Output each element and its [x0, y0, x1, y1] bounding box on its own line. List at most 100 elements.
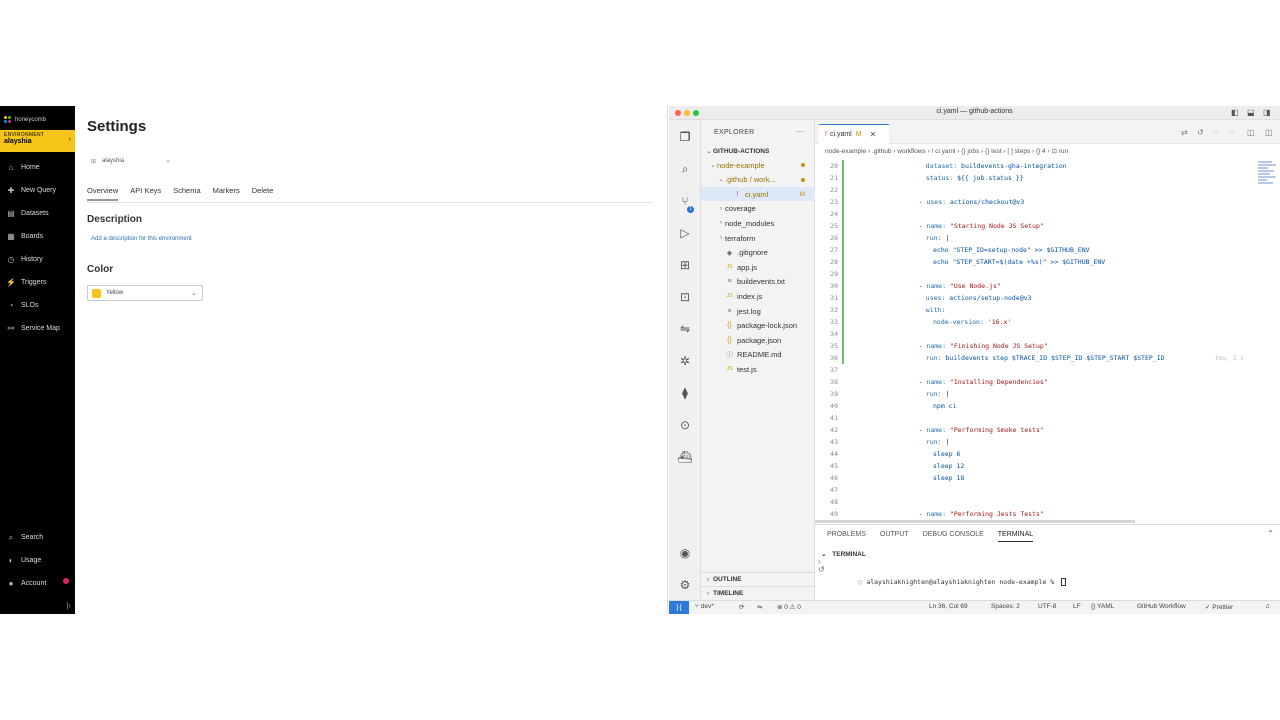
terminal-line[interactable]: ○ alayshiaknighten@alayshiaknighten node…: [835, 570, 1067, 594]
more-actions-icon[interactable]: ···: [796, 127, 804, 136]
remote-explorer-icon[interactable]: ⊡: [676, 288, 694, 306]
chevron-right-icon: ›: [720, 220, 722, 227]
nav-item-boards[interactable]: ▦ Boards: [0, 225, 75, 248]
nav-item-history[interactable]: ◷ History: [0, 248, 75, 271]
environment-switcher[interactable]: ENVIRONMENT alayshia ›: [0, 130, 75, 152]
encoding-status[interactable]: UTF-8: [1038, 603, 1056, 610]
tree-item[interactable]: ≡ jest.log: [701, 304, 815, 318]
nav-item-datasets[interactable]: ▤ Datasets: [0, 202, 75, 225]
tree-item[interactable]: › terraform: [701, 231, 815, 245]
tree-item[interactable]: ⌄ node-example: [701, 158, 815, 172]
tabs-divider: [87, 202, 653, 203]
cursor-position[interactable]: Ln 36, Col 69: [929, 603, 968, 610]
tab-ci-yaml[interactable]: ! ci.yaml M ✕: [819, 124, 889, 144]
nav-item-triggers[interactable]: ⚡ Triggers: [0, 271, 75, 294]
nav-item-account[interactable]: ● Account: [0, 572, 75, 595]
toggle-secondary-sidebar-icon[interactable]: ◨: [1263, 108, 1271, 117]
search-icon[interactable]: ⌕: [676, 160, 694, 178]
accounts-icon[interactable]: ◉: [676, 544, 694, 562]
split-editor-icon[interactable]: ◫: [1247, 128, 1255, 137]
tree-item[interactable]: {} package.json: [701, 333, 815, 347]
code-text: uses: actions/setup-node@v3: [926, 294, 1032, 302]
tree-item[interactable]: {} package-lock.json: [701, 319, 815, 333]
terraform-icon[interactable]: ⧫: [676, 384, 694, 402]
nav-item-service-map[interactable]: ⚯ Service Map: [0, 317, 75, 340]
previous-change-icon[interactable]: ◌: [1213, 128, 1218, 137]
terminal-heading[interactable]: ⌄ TERMINAL: [821, 550, 866, 558]
github-actions-icon[interactable]: ⊙: [676, 416, 694, 434]
kubernetes-icon[interactable]: ✲: [676, 352, 694, 370]
outline-section[interactable]: › OUTLINE: [701, 572, 815, 586]
extensions-icon[interactable]: ⊞: [676, 256, 694, 274]
explorer-icon[interactable]: ❐: [676, 128, 694, 146]
nav-item-usage[interactable]: ◐ Usage: [0, 549, 75, 572]
panel-tab-problems[interactable]: PROBLEMS: [827, 531, 866, 542]
breadcrumb[interactable]: node-example › .github › workflows › ! c…: [825, 147, 1068, 155]
tree-item[interactable]: JS test.js: [701, 362, 815, 376]
tree-item[interactable]: ⌄ .github / work...: [701, 173, 815, 187]
honeycomb-logo[interactable]: honeycomb: [4, 114, 72, 126]
terminal-restore-icon[interactable]: ↺: [818, 565, 825, 574]
eol-status[interactable]: LF: [1073, 603, 1081, 610]
tree-item[interactable]: JS app.js: [701, 260, 815, 274]
workflow-status[interactable]: GitHub Workflow: [1137, 603, 1186, 610]
nav-item-new-query[interactable]: ✚ New Query: [0, 179, 75, 202]
timeline-section[interactable]: › TIMELINE: [701, 586, 815, 600]
code-token: sleep 12: [933, 462, 965, 470]
problems-status[interactable]: ⊗ 0 ⚠ 0: [777, 603, 801, 611]
nav-item-search[interactable]: ⌕ Search: [0, 526, 75, 549]
prettier-status[interactable]: ✓ Prettier: [1205, 603, 1233, 611]
panel-tab-output[interactable]: OUTPUT: [880, 531, 909, 542]
nav-item-home[interactable]: ⌂ Home: [0, 156, 75, 179]
tab-schema[interactable]: Schema: [173, 186, 201, 201]
tab-overview[interactable]: Overview: [87, 186, 119, 201]
color-select[interactable]: Yellow ⌄: [87, 285, 203, 301]
file-type-icon: ◆: [726, 249, 733, 257]
tree-item[interactable]: ≡ buildevents.txt: [701, 275, 815, 289]
tree-item[interactable]: › node_modules: [701, 216, 815, 230]
open-changes-icon[interactable]: ⇄: [1181, 128, 1188, 137]
more-actions-icon[interactable]: ◫: [1265, 128, 1273, 137]
horizontal-scrollbar[interactable]: [815, 520, 1135, 523]
tree-item[interactable]: JS index.js: [701, 289, 815, 303]
tree-item[interactable]: ◆ .gitignore: [701, 246, 815, 260]
tab-markers[interactable]: Markers: [213, 186, 240, 201]
settings-gear-icon[interactable]: ⚙: [676, 576, 694, 594]
tab-api-keys[interactable]: API Keys: [130, 186, 161, 201]
notifications-icon[interactable]: ♫: [1265, 603, 1270, 610]
language-mode[interactable]: {} YAML: [1091, 603, 1114, 610]
live-share-icon[interactable]: ⇋: [676, 320, 694, 338]
chevron-up-icon[interactable]: ⌃: [1267, 529, 1274, 538]
close-tab-icon[interactable]: ✕: [870, 130, 877, 139]
code-editor[interactable]: 20 dataset: buildevents-gha-integration 21…: [815, 160, 1280, 524]
nav-item-slos[interactable]: ◔ SLOs: [0, 294, 75, 317]
toggle-sidebar-icon[interactable]: ◧: [1231, 108, 1239, 117]
code-token: sleep 6: [933, 450, 961, 458]
live-share-status-icon[interactable]: ⇋: [757, 603, 762, 611]
environment-select[interactable]: ⊞ alayshia ⌄: [87, 154, 177, 168]
remote-indicator-icon[interactable]: ⟩⟨: [669, 601, 689, 615]
tree-item[interactable]: ⓘ README.md: [701, 348, 815, 362]
add-description-link[interactable]: Add a description for this environment: [91, 236, 192, 242]
collapse-sidebar-icon[interactable]: |‹: [66, 601, 71, 610]
nav-item-label: SLOs: [21, 302, 39, 309]
docker-icon[interactable]: ⛴: [676, 448, 694, 466]
code-text: sleep 6: [933, 450, 960, 458]
toggle-panel-icon[interactable]: ⬓: [1247, 108, 1255, 117]
go-back-icon[interactable]: ↺: [1197, 128, 1204, 137]
code-token: actions/setup-node@v3: [949, 294, 1032, 302]
branch-status[interactable]: ⑂ dev*: [695, 603, 714, 610]
sync-icon[interactable]: ⟳: [739, 603, 744, 611]
panel-tab-debug-console[interactable]: DEBUG CONSOLE: [923, 531, 984, 542]
primary-nav: ⌂ Home ✚ New Query ▤ Datasets ▦ Boards ◷ History ⚡…: [0, 156, 75, 340]
minimap[interactable]: [1256, 160, 1280, 220]
run-debug-icon[interactable]: ▷: [676, 224, 694, 242]
tree-item[interactable]: › coverage: [701, 202, 815, 216]
panel-tab-terminal[interactable]: TERMINAL: [997, 531, 1034, 542]
tree-item[interactable]: ! ci.yaml M: [701, 187, 815, 202]
next-change-icon[interactable]: ◌: [1229, 128, 1234, 137]
code-token: name:: [926, 342, 950, 350]
indentation-status[interactable]: Spaces: 2: [991, 603, 1020, 610]
workspace-root[interactable]: ⌄ GITHUB-ACTIONS: [701, 144, 815, 158]
tab-delete[interactable]: Delete: [252, 186, 274, 201]
